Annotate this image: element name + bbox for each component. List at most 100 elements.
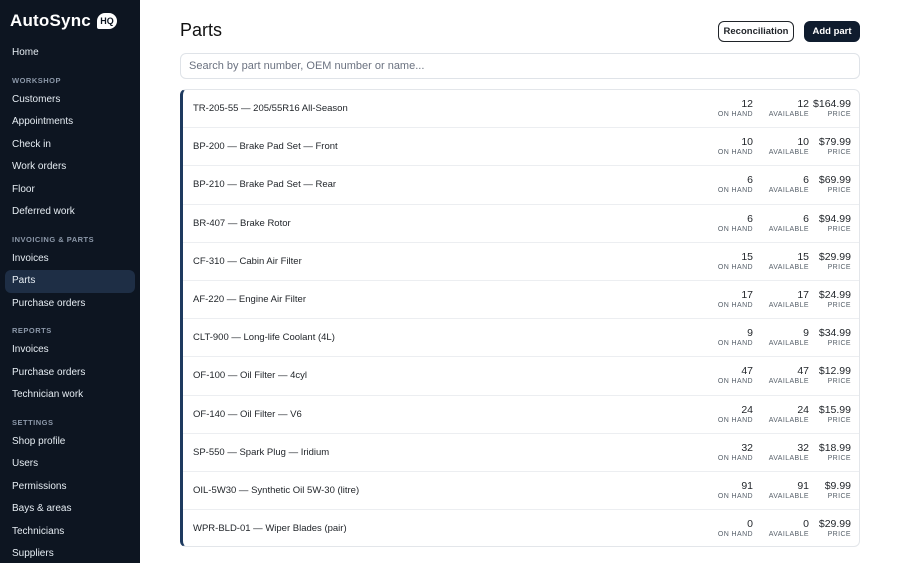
stat-price-value: $29.99 (818, 250, 851, 263)
sidebar-sections: WORKSHOP Customers Appointments Check in Wor… (0, 73, 140, 563)
stat-price-label: PRICE (827, 454, 851, 462)
stat-price: $15.99 PRICE (819, 404, 851, 426)
sidebar-item-invoices[interactable]: Invoices (5, 339, 135, 362)
part-title: SP-550 — Spark Plug — Iridium (193, 446, 330, 458)
stat-price: $69.99 PRICE (819, 174, 851, 196)
stat-on-hand-value: 32 (741, 441, 753, 454)
sidebar-item-work-orders[interactable]: Work orders (5, 156, 135, 179)
stat-price-value: $9.99 (824, 479, 851, 492)
stat-available: 17 AVAILABLE (769, 289, 809, 311)
stat-on-hand-value: 15 (741, 250, 753, 263)
stat-on-hand-value: 12 (741, 98, 753, 110)
search-input[interactable]: Search by part number, OEM number or nam… (180, 53, 860, 79)
stat-on-hand-value: 17 (741, 288, 753, 301)
stat-price-value: $15.99 (818, 403, 851, 416)
sidebar-item-suppliers[interactable]: Suppliers (5, 543, 135, 563)
table-row[interactable]: WPR-BLD-01 — Wiper Blades (pair) 0 ON HAND… (183, 510, 859, 546)
stat-on-hand-label: ON HAND (717, 263, 753, 271)
stat-available: 6 AVAILABLE (769, 213, 809, 235)
stat-available: 0 AVAILABLE (769, 518, 809, 540)
table-row[interactable]: BP-200 — Brake Pad Set — Front 10 ON HAND 1… (183, 128, 859, 167)
stat-price-value: $79.99 (818, 136, 851, 149)
brand-logo[interactable]: AutoSync HQ (0, 0, 140, 42)
stat-price-value: $24.99 (818, 288, 851, 301)
stat-price-label: PRICE (827, 301, 851, 309)
stat-price: $164.99 PRICE (813, 98, 851, 120)
stat-on-hand-value: 6 (747, 212, 753, 225)
table-row[interactable]: CLT-900 — Long-life Coolant (4L) 9 ON HAND… (183, 319, 859, 358)
stat-available-value: 15 (797, 250, 809, 263)
sidebar-item-purchase-orders[interactable]: Purchase orders (5, 293, 135, 316)
sidebar-item-invoices[interactable]: Invoices (5, 248, 135, 271)
sidebar-item-users[interactable]: Users (5, 453, 135, 476)
stat-available-label: AVAILABLE (768, 111, 809, 118)
stat-on-hand: 32 ON HAND (718, 442, 753, 464)
reconciliation-button[interactable]: Reconciliation (718, 21, 794, 42)
sidebar-item-technicians[interactable]: Technicians (5, 521, 135, 544)
stat-price: $12.99 PRICE (819, 365, 851, 387)
stat-on-hand: 91 ON HAND (718, 480, 753, 502)
sidebar-item-appointments[interactable]: Appointments (5, 111, 135, 134)
part-title: TR-205-55 — 205/55R16 All-Season (193, 103, 348, 114)
sidebar-item-floor[interactable]: Floor (5, 179, 135, 202)
sidebar-item-parts[interactable]: Parts (5, 270, 135, 293)
parts-list: TR-205-55 — 205/55R16 All-Season 12 ON HAN… (180, 89, 860, 547)
stat-available: 32 AVAILABLE (769, 442, 809, 464)
stat-available-label: AVAILABLE (768, 416, 809, 424)
stat-price-value: $164.99 (813, 98, 851, 110)
stat-price-value: $69.99 (818, 174, 851, 187)
stat-on-hand-value: 6 (747, 174, 753, 187)
stat-available-label: AVAILABLE (768, 531, 809, 539)
add-part-button[interactable]: Add part (804, 21, 860, 42)
stat-price-value: $12.99 (818, 365, 851, 378)
sidebar-item-bays-and-areas[interactable]: Bays & areas (5, 498, 135, 521)
stat-on-hand: 17 ON HAND (718, 289, 753, 311)
table-row[interactable]: BP-210 — Brake Pad Set — Rear 6 ON HAND 6 AV… (183, 166, 859, 205)
stat-available: 15 AVAILABLE (769, 251, 809, 273)
sidebar-item-purchase-orders[interactable]: Purchase orders (5, 362, 135, 385)
sidebar-item-check-in[interactable]: Check in (5, 134, 135, 157)
stat-on-hand-value: 10 (741, 136, 753, 149)
sidebar-section-reports: REPORTS (12, 326, 52, 335)
part-title: BP-200 — Brake Pad Set — Front (193, 141, 338, 153)
sidebar-item-deferred-work[interactable]: Deferred work (5, 201, 135, 224)
sidebar-item-home[interactable]: Home (5, 42, 135, 65)
sidebar-item-customers[interactable]: Customers (5, 89, 135, 112)
stat-on-hand-label: ON HAND (717, 340, 753, 348)
table-row[interactable]: SP-550 — Spark Plug — Iridium 32 ON HAND 32… (183, 434, 859, 472)
table-row[interactable]: TR-205-55 — 205/55R16 All-Season 12 ON HAN… (183, 90, 859, 129)
stat-available-value: 17 (797, 288, 809, 301)
table-row[interactable]: OF-140 — Oil Filter — V6 24 ON HAND 24 AVAIL… (183, 396, 859, 434)
stat-price: $94.99 PRICE (819, 213, 851, 235)
stat-available: 91 AVAILABLE (769, 480, 809, 502)
stat-available-value: 47 (797, 365, 809, 378)
stat-price-label: PRICE (827, 340, 851, 348)
stat-available-label: AVAILABLE (768, 340, 809, 348)
stat-available-value: 0 (803, 518, 809, 531)
sidebar-section-workshop: WORKSHOP (12, 75, 61, 85)
stat-price-label: PRICE (827, 263, 851, 271)
sidebar-item-shop-profile[interactable]: Shop profile (5, 431, 135, 454)
sidebar-item-technician-work[interactable]: Technician work (5, 384, 135, 407)
stat-on-hand-value: 91 (741, 479, 753, 492)
stat-available-value: 12 (797, 98, 809, 110)
table-row[interactable]: OIL-5W30 — Synthetic Oil 5W-30 (litre) 91… (183, 472, 859, 511)
table-row[interactable]: AF-220 — Engine Air Filter 17 ON HAND 17 AVA… (183, 281, 859, 320)
stat-on-hand-label: ON HAND (717, 301, 753, 309)
stat-price: $9.99 PRICE (825, 480, 851, 502)
sidebar-item-permissions[interactable]: Permissions (5, 476, 135, 499)
stat-price-label: PRICE (827, 378, 851, 386)
stat-on-hand: 0 ON HAND (718, 518, 753, 540)
stat-on-hand-value: 24 (741, 403, 753, 416)
stat-price-label: PRICE (827, 492, 851, 500)
part-title: OIL-5W30 — Synthetic Oil 5W-30 (litre) (193, 484, 360, 496)
table-row[interactable]: CF-310 — Cabin Air Filter 15 ON HAND 15 AVAI… (183, 243, 859, 281)
stat-price: $34.99 PRICE (819, 327, 851, 349)
table-row[interactable]: OF-100 — Oil Filter — 4cyl 47 ON HAND 47 AVA… (183, 357, 859, 396)
stat-available-value: 91 (797, 479, 809, 492)
part-title: BR-407 — Brake Rotor (193, 217, 291, 229)
table-row[interactable]: BR-407 — Brake Rotor 6 ON HAND 6 AVAILABLE $9… (183, 205, 859, 243)
stat-available: 24 AVAILABLE (769, 404, 809, 426)
stat-price-label: PRICE (827, 225, 851, 233)
stat-on-hand: 47 ON HAND (718, 365, 753, 387)
